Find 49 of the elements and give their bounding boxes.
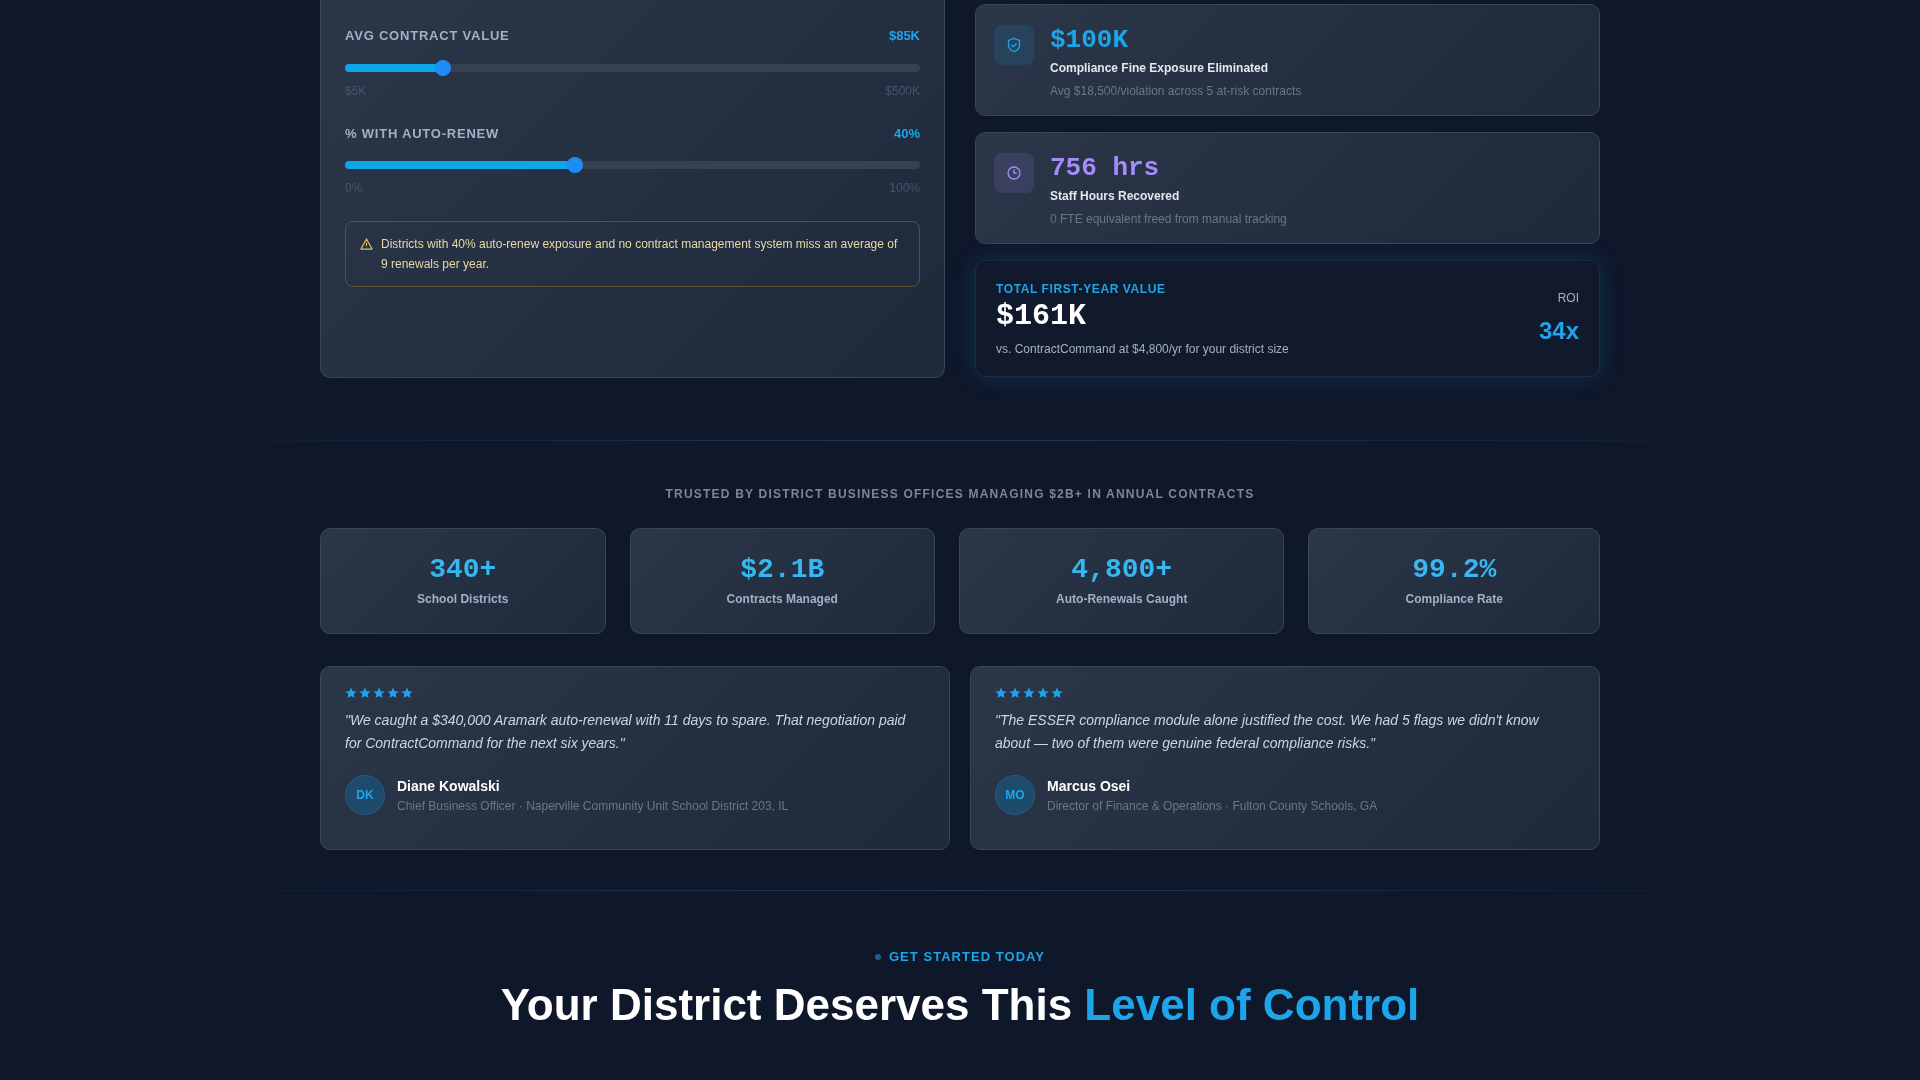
star-icon — [345, 687, 357, 699]
result-title: Compliance Fine Exposure Eliminated — [1050, 60, 1270, 77]
slider-thumb[interactable] — [567, 157, 583, 173]
star-icon — [1009, 687, 1021, 699]
star-icon — [995, 687, 1007, 699]
star-icon — [373, 687, 385, 699]
testimonial-quote: "We caught a $340,000 Aramark auto-renewal with 11 days to spare. That negotiation paid for ContractCommand for the next six years." — [345, 711, 907, 753]
result-title: Staff Hours Recovered — [1050, 188, 1181, 205]
star-icon — [387, 687, 399, 699]
bullet-dot — [874, 953, 881, 960]
slider-label: AVG CONTRACT VALUE — [345, 27, 510, 45]
stat-label: Contracts Managed — [726, 591, 838, 608]
star-icon — [1051, 687, 1063, 699]
warning-icon — [360, 238, 373, 250]
result-value: $100K — [1050, 25, 1129, 55]
cta-heading: Your District Deserves This Level of Control — [499, 978, 1421, 1031]
slider-value: 40% — [893, 124, 920, 143]
star-icon — [359, 687, 371, 699]
total-value: $161K — [996, 297, 1087, 334]
result-detail: Avg $18,500/violation across 5 at-risk contracts — [1050, 83, 1302, 100]
testimonial-quote: "The ESSER compliance module alone justified the cost. We had 5 flags we didn't know about — two of them were genuine federal compliance risks." — [995, 711, 1540, 753]
author-role: Chief Business Officer · Naperville Community Unit School District 203, IL — [397, 797, 789, 815]
stat-label: School Districts — [417, 591, 509, 608]
slider-value: $85K — [888, 27, 920, 45]
eyebrow-label: GET STARTED TODAY — [888, 948, 1046, 966]
total-label: TOTAL FIRST-YEAR VALUE — [996, 280, 1167, 298]
stat-value: 99.2% — [1412, 554, 1497, 586]
result-detail: 0 FTE equivalent freed from manual tracking — [1050, 211, 1287, 228]
slider-label: % WITH AUTO-RENEW — [345, 124, 500, 143]
slider-thumb[interactable] — [434, 59, 451, 76]
roi-label: ROI — [1556, 289, 1579, 307]
warning-text: Districts with 40% auto-renew exposure and no contract management system miss an average of 9 renewals per year. — [381, 236, 899, 273]
stat-value: 340+ — [429, 554, 497, 586]
star-icon — [1037, 687, 1049, 699]
star-icon — [401, 687, 413, 699]
author-name: Marcus Osei — [1047, 776, 1132, 796]
avatar: MO — [995, 775, 1035, 815]
roi-value: 34x — [1538, 315, 1579, 346]
result-value: 756 hrs — [1050, 153, 1161, 183]
author-role: Director of Finance & Operations · Fulton County Schools, GA — [1047, 797, 1378, 815]
author-name: Diane Kowalski — [397, 776, 501, 796]
star-icon — [1023, 687, 1035, 699]
stat-label: Compliance Rate — [1405, 591, 1503, 608]
stat-value: $2.1B — [740, 554, 825, 586]
avatar: DK — [345, 775, 385, 815]
stat-label: Auto-Renewals Caught — [1056, 591, 1188, 608]
stat-value: 4,800+ — [1071, 554, 1173, 586]
total-note: vs. ContractCommand at $4,800/yr for your district size — [996, 340, 1289, 358]
trust-heading: TRUSTED BY DISTRICT BUSINESS OFFICES MANAGING $2B+ IN ANNUAL CONTRACTS — [664, 486, 1256, 503]
